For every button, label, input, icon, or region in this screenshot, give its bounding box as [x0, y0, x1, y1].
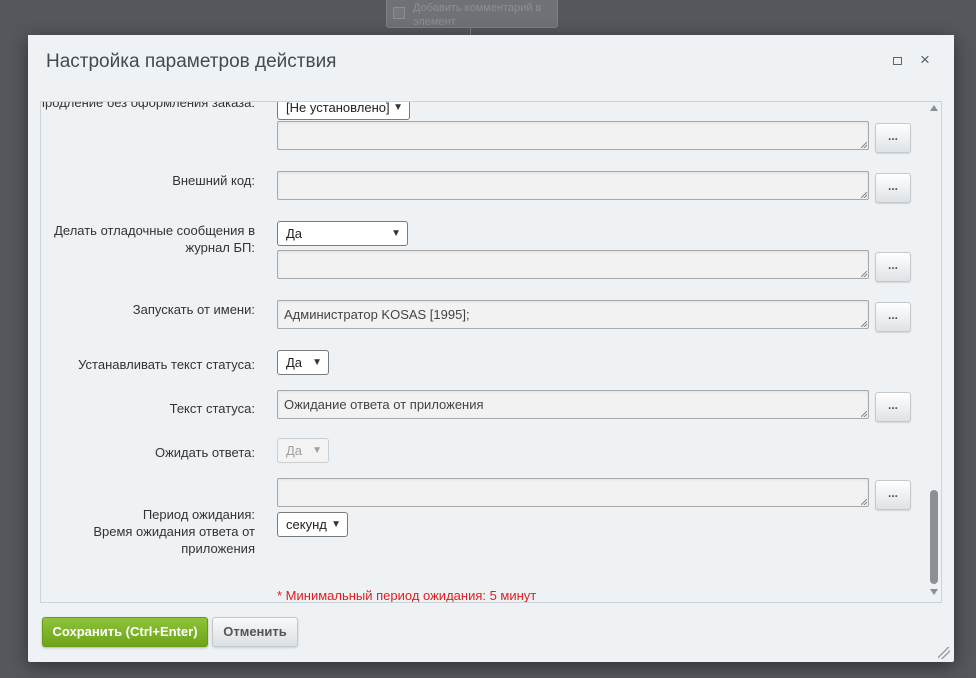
close-button[interactable]: × — [916, 50, 934, 70]
save-button[interactable]: Сохранить (Ctrl+Enter) — [42, 617, 208, 647]
external-code-picker-button[interactable]: ... — [875, 173, 911, 203]
wait-period-unit-select[interactable]: секунд ▼ — [277, 512, 348, 537]
chevron-down-icon: ▼ — [393, 102, 403, 113]
wait-period-hint: * Минимальный период ожидания: 5 минут — [277, 588, 537, 603]
renewal-select-value: [Не установлено] — [286, 101, 390, 115]
maximize-icon — [892, 57, 902, 66]
chevron-down-icon: ▼ — [391, 228, 401, 239]
set-status-text-select[interactable]: Да ▼ — [277, 350, 329, 375]
resize-grip-icon[interactable] — [938, 647, 950, 659]
debug-messages-textarea[interactable] — [277, 250, 869, 279]
renewal-textarea[interactable] — [277, 121, 869, 150]
cancel-button[interactable]: Отменить — [212, 617, 298, 647]
renewal-select[interactable]: [Не установлено] ▼ — [277, 101, 410, 120]
renewal-picker-button[interactable]: ... — [875, 123, 911, 153]
dialog-titlebar[interactable]: Настройка параметров действия × — [28, 35, 954, 84]
debug-messages-label: Делать отладочные сообщения в журнал БП: — [54, 223, 255, 255]
wait-response-select-value: Да — [286, 443, 303, 458]
status-text-picker-button[interactable]: ... — [875, 392, 911, 422]
settings-form: Продление без оформления заказа: [Не уст… — [40, 101, 942, 603]
status-text-label: Текст статуса: — [169, 401, 255, 416]
chevron-down-icon: ▼ — [312, 357, 322, 368]
comment-node-icon — [393, 7, 405, 19]
wait-response-select: Да ▼ — [277, 438, 329, 463]
status-text-textarea[interactable]: Ожидание ответа от приложения — [277, 390, 869, 419]
wait-period-label-line2: Время ожидания ответа от приложения — [93, 524, 255, 556]
wait-period-label: Период ожидания: Время ожидания ответа о… — [41, 506, 255, 557]
wait-period-picker-button[interactable]: ... — [875, 480, 911, 510]
scrollbar-thumb[interactable] — [930, 490, 938, 584]
wait-period-textarea[interactable] — [277, 478, 869, 507]
external-code-label: Внешний код: — [172, 173, 255, 188]
run-as-textarea[interactable]: Администратор KOSAS [1995]; — [277, 300, 869, 329]
run-as-label: Запускать от имени: — [132, 302, 255, 317]
external-code-textarea[interactable] — [277, 171, 869, 200]
maximize-button[interactable] — [888, 50, 906, 70]
wait-response-label: Ожидать ответа: — [154, 445, 255, 460]
form-scrollbar[interactable] — [927, 102, 941, 602]
wait-period-label-line1: Период ожидания: — [142, 507, 255, 522]
set-status-text-select-value: Да — [286, 355, 303, 370]
scroll-up-arrow-icon[interactable] — [930, 105, 938, 111]
background-workflow-node: Добавить комментарий в элемент — [386, 0, 558, 28]
set-status-text-label: Устанавливать текст статуса: — [78, 357, 255, 372]
debug-messages-select-value: Да — [286, 226, 303, 241]
chevron-down-icon: ▼ — [312, 445, 322, 456]
run-as-picker-button[interactable]: ... — [875, 302, 911, 332]
scroll-down-arrow-icon[interactable] — [930, 589, 938, 595]
debug-messages-select[interactable]: Да ▼ — [277, 221, 408, 246]
dialog-title: Настройка параметров действия — [46, 51, 337, 72]
background-node-label: Добавить комментарий в элемент — [413, 2, 542, 28]
renewal-label-text: Продление без оформления заказа: — [40, 102, 255, 110]
renewal-label: Продление без оформления заказа: — [40, 102, 255, 126]
debug-messages-picker-button[interactable]: ... — [875, 252, 911, 282]
action-settings-dialog: Настройка параметров действия × Продлени… — [28, 35, 954, 662]
close-icon: × — [920, 50, 930, 69]
chevron-down-icon: ▼ — [331, 519, 341, 530]
wait-period-unit-value: секунд — [286, 517, 327, 532]
